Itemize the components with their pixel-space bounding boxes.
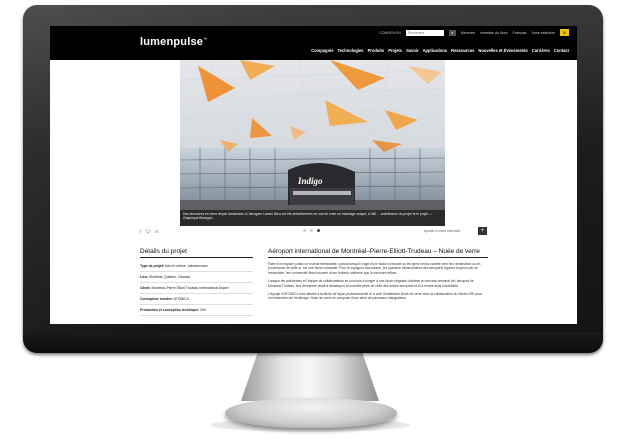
utility-link-memoire[interactable]: Mémoire bbox=[461, 31, 475, 35]
language-link[interactable]: Français bbox=[513, 31, 527, 35]
add-to-selection-button[interactable]: + bbox=[478, 227, 487, 235]
details-title: Détails du projet bbox=[140, 248, 253, 258]
nav-item-produits[interactable]: Produits bbox=[368, 48, 385, 53]
facebook-icon[interactable]: f bbox=[140, 229, 141, 235]
search-input[interactable] bbox=[405, 29, 444, 36]
twitter-icon[interactable]: 🐦︎ bbox=[145, 229, 151, 235]
nav-item-carrieres[interactable]: Carrières bbox=[532, 48, 550, 53]
detail-row: Client: Montréal–Pierre Elliott Trudeau … bbox=[140, 283, 253, 294]
svg-text:Indigo: Indigo bbox=[297, 176, 323, 186]
project-details: Détails du projet Type de projet: Arts e… bbox=[140, 248, 253, 316]
carousel-dot[interactable] bbox=[303, 229, 306, 232]
carousel-dots bbox=[303, 229, 320, 232]
detail-row: Lieu: Montréal, Québec, Canada bbox=[140, 272, 253, 283]
selection-count-badge[interactable]: 0 bbox=[560, 29, 569, 36]
add-to-selection-label[interactable]: Ajouter à votre sélection bbox=[424, 229, 460, 233]
carousel-dot[interactable] bbox=[310, 229, 313, 232]
nav-item-nouvelles[interactable]: Nouvelles et Événements bbox=[478, 48, 527, 53]
monitor-stand-neck bbox=[241, 353, 379, 401]
hero-image[interactable]: Indigo bbox=[180, 60, 445, 226]
monitor-screen: lumenpulse™ CONNEXION ⌕ Mémoire Investis… bbox=[50, 26, 577, 324]
hero-caption: Des structures en verre dépoli transluci… bbox=[180, 210, 445, 226]
carousel-dot-active[interactable] bbox=[317, 229, 320, 232]
article-paragraph: L'équipe d'ATOMIC3 s'est attelée à la tâ… bbox=[268, 292, 482, 301]
detail-row: Type de projet: Arts et culture, Infrast… bbox=[140, 261, 253, 272]
nav-item-contact[interactable]: Contact bbox=[554, 48, 569, 53]
utility-bar: CONNEXION ⌕ Mémoire Investiss du Nord Fr… bbox=[379, 28, 569, 37]
nav-item-applications[interactable]: Applications bbox=[423, 48, 448, 53]
monitor-stand-base bbox=[225, 398, 397, 428]
nav-item-compagnie[interactable]: Compagnie bbox=[311, 48, 333, 53]
login-link[interactable]: CONNEXION bbox=[379, 31, 401, 35]
detail-row: Concepteur lumière: ATOMIC3 bbox=[140, 294, 253, 305]
nav-item-ressources[interactable]: Ressources bbox=[451, 48, 474, 53]
detail-row: Production et conception technique: 20K bbox=[140, 305, 253, 316]
airport-terminal-photo: Indigo bbox=[180, 60, 445, 226]
site-header: lumenpulse™ CONNEXION ⌕ Mémoire Investis… bbox=[50, 26, 577, 60]
article-paragraph: Lorsque les architectes et l'équipe de c… bbox=[268, 279, 474, 288]
utility-link-investiss[interactable]: Investiss du Nord bbox=[480, 31, 508, 35]
nav-item-savoir[interactable]: Savoir bbox=[406, 48, 419, 53]
linkedin-icon[interactable]: in bbox=[155, 229, 159, 235]
site-logo[interactable]: lumenpulse™ bbox=[140, 36, 207, 48]
search-icon[interactable]: ⌕ bbox=[448, 29, 456, 36]
main-nav: Compagnie Technologies Produits Projets … bbox=[311, 48, 569, 53]
article-paragraph: Faire d'un espace public un endroit mémo… bbox=[268, 262, 481, 275]
article-title: Aéroport international de Montréal–Pierr… bbox=[268, 248, 488, 258]
nav-item-technologies[interactable]: Technologies bbox=[337, 48, 363, 53]
share-icons: f 🐦︎ in bbox=[140, 229, 159, 235]
nav-item-projets[interactable]: Projets bbox=[388, 48, 402, 53]
monitor-chin bbox=[23, 332, 603, 353]
project-article: Aéroport international de Montréal–Pierr… bbox=[268, 248, 488, 305]
selection-link[interactable]: Votre sélection bbox=[531, 31, 555, 35]
